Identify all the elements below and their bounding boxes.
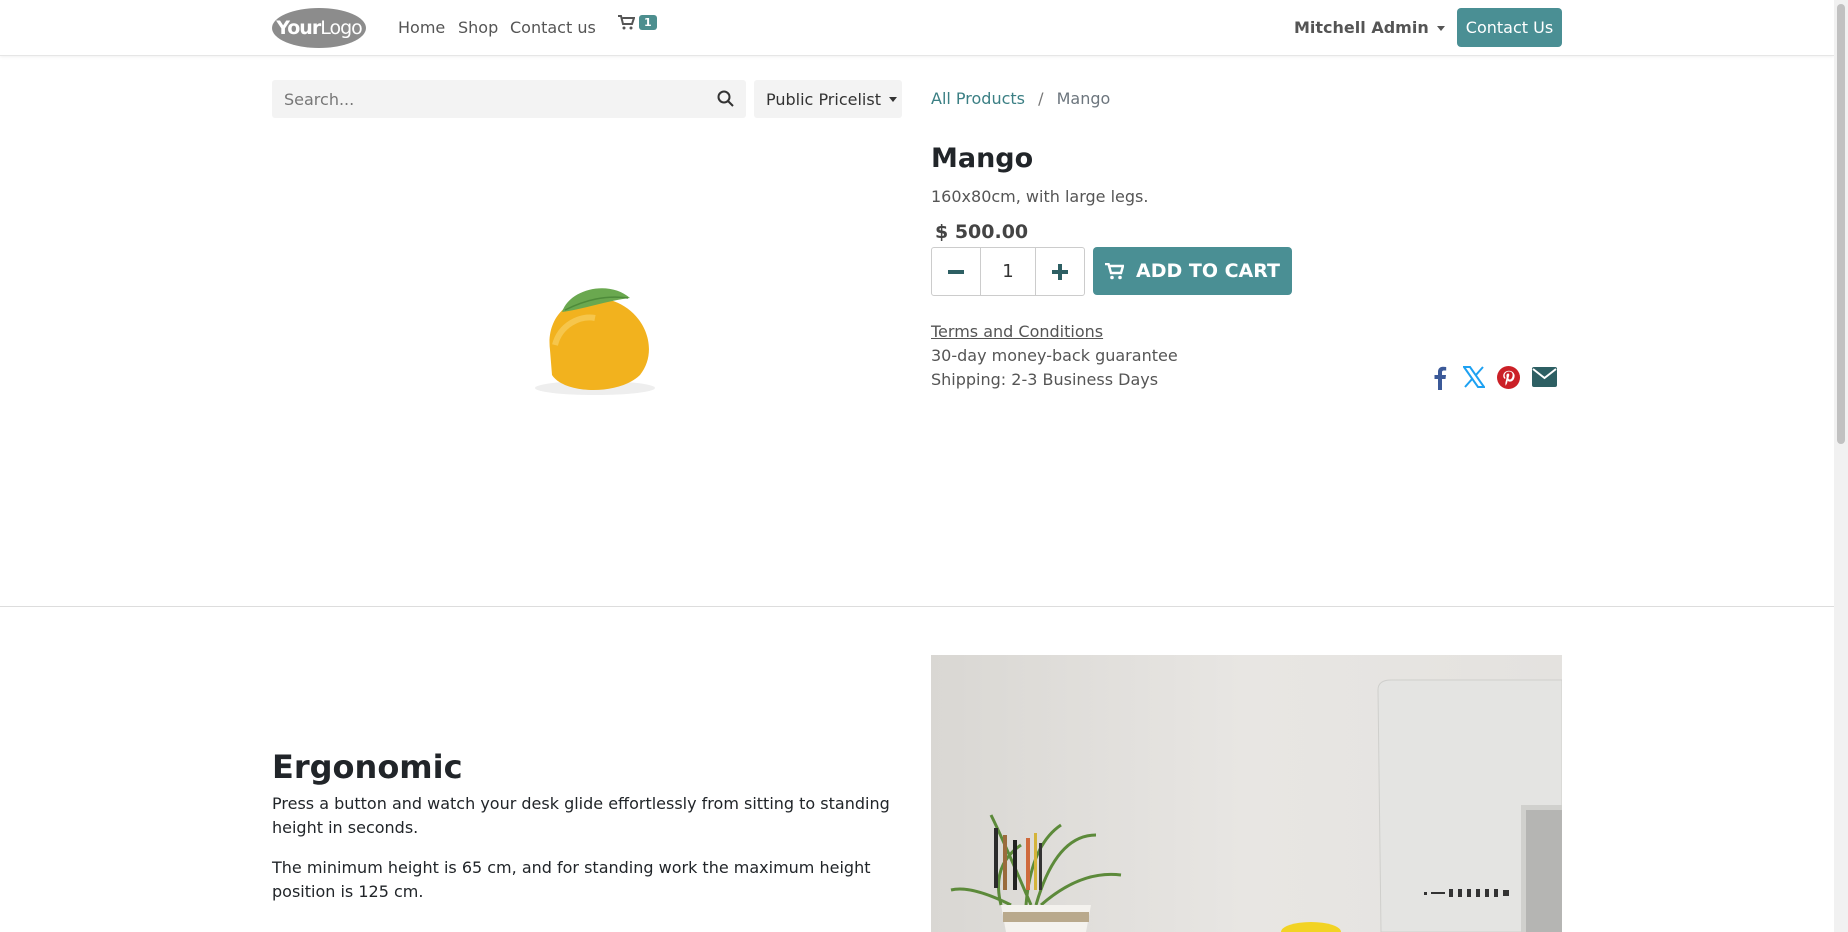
cart-count-badge: 1	[639, 15, 657, 30]
nav-contact-link[interactable]: Contact us	[510, 18, 596, 37]
breadcrumb-separator: /	[1038, 89, 1044, 108]
product-image[interactable]	[520, 270, 670, 410]
minus-icon	[948, 269, 965, 274]
chevron-down-icon	[1436, 26, 1445, 31]
search-icon[interactable]	[717, 90, 734, 111]
user-menu[interactable]: Mitchell Admin	[1294, 18, 1445, 37]
cart-icon	[1105, 262, 1124, 279]
logo-text-light: Logo	[320, 17, 363, 39]
pricelist-label: Public Pricelist	[766, 89, 881, 109]
plus-icon	[1051, 263, 1068, 280]
logo-text-bold: Your	[276, 17, 321, 39]
nav-home-link[interactable]: Home	[398, 18, 445, 37]
minus-button[interactable]	[932, 248, 980, 295]
breadcrumb-current: Mango	[1056, 89, 1111, 108]
quantity-stepper: 1	[931, 247, 1085, 296]
site-logo[interactable]: Your Logo	[272, 8, 366, 48]
add-to-cart-label: ADD TO CART	[1136, 260, 1280, 282]
product-price: $ 500.00	[935, 221, 1029, 243]
plus-button[interactable]	[1036, 248, 1084, 295]
product-description: 160x80cm, with large legs.	[931, 187, 1149, 206]
product-search[interactable]: Search...	[272, 80, 746, 118]
nav-shop-link[interactable]: Shop	[458, 18, 498, 37]
desk-photo	[931, 655, 1562, 932]
pricelist-dropdown[interactable]: Public Pricelist	[754, 80, 902, 118]
pinterest-icon[interactable]	[1497, 366, 1520, 393]
feature-title: Ergonomic	[272, 748, 463, 786]
top-navbar: Your Logo Home Shop Contact us 1 Mitchell…	[0, 0, 1834, 56]
section-divider	[0, 606, 1834, 607]
quantity-input[interactable]: 1	[980, 248, 1036, 295]
scrollbar-thumb[interactable]	[1837, 4, 1845, 444]
x-icon[interactable]	[1462, 366, 1486, 392]
cart-link[interactable]: 1	[618, 15, 657, 34]
breadcrumb-all-products[interactable]: All Products	[931, 89, 1025, 108]
terms-link[interactable]: Terms and Conditions	[931, 322, 1103, 341]
shipping-text: Shipping: 2-3 Business Days	[931, 370, 1159, 389]
chevron-down-icon	[888, 96, 897, 102]
feature-paragraph-2: The minimum height is 65 cm, and for sta…	[272, 858, 871, 901]
feature-paragraph-1: Press a button and watch your desk glide…	[272, 794, 890, 837]
contact-us-button[interactable]: Contact Us	[1457, 8, 1562, 47]
email-icon[interactable]	[1532, 366, 1557, 392]
add-to-cart-button[interactable]: ADD TO CART	[1093, 247, 1292, 295]
guarantee-text: 30-day money-back guarantee	[931, 346, 1178, 365]
page-scrollbar[interactable]	[1834, 0, 1848, 932]
search-input[interactable]: Search...	[284, 90, 354, 109]
user-name: Mitchell Admin	[1294, 18, 1429, 37]
breadcrumb: All Products / Mango	[931, 89, 1110, 108]
cart-icon	[618, 15, 636, 30]
product-title: Mango	[931, 143, 1034, 174]
facebook-icon[interactable]	[1433, 366, 1447, 394]
